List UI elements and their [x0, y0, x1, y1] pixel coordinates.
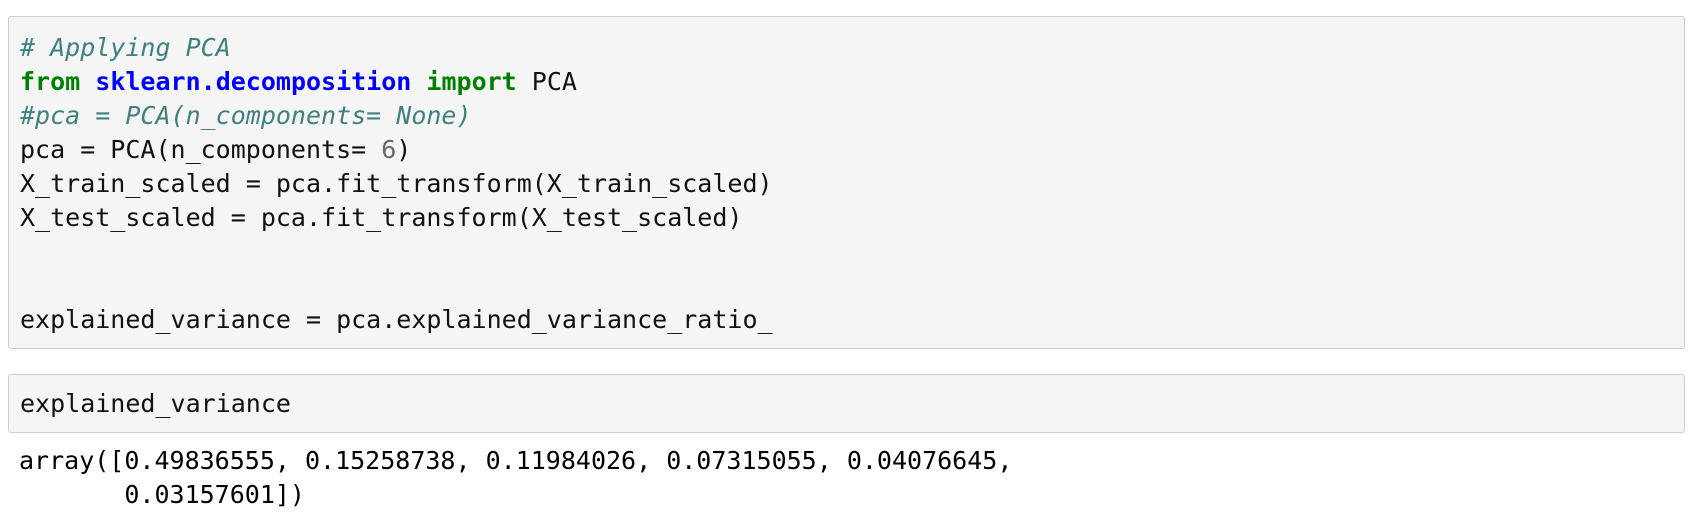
code-line-3: #pca = PCA(n_components= None): [20, 99, 1673, 133]
code-text: ): [396, 135, 412, 164]
comment: # Applying PCA: [20, 33, 231, 62]
code-line-2: from sklearn.decomposition import PCA: [20, 65, 1673, 99]
import-name: PCA: [531, 67, 577, 96]
code-line-9: explained_variance = pca.explained_varia…: [20, 305, 773, 334]
code-text: pca = PCA(n_components=: [20, 135, 382, 164]
output-line-2: 0.03157601]): [19, 480, 305, 509]
code-line-1: explained_variance: [20, 389, 291, 418]
code-cell-explained-variance[interactable]: explained_variance: [8, 374, 1685, 433]
code-editor[interactable]: explained_variance: [20, 375, 1673, 421]
code-line-4: pca = PCA(n_components= 6): [20, 133, 1673, 167]
keyword-import: import: [426, 67, 517, 96]
code-line-6: X_test_scaled = pca.fit_transform(X_test…: [20, 203, 743, 232]
output-line-1: array([0.49836555, 0.15258738, 0.1198402…: [19, 446, 1013, 475]
comment: #pca = PCA(n_components= None): [20, 101, 472, 130]
keyword-from: from: [20, 67, 81, 96]
code-editor[interactable]: # Applying PCA from sklearn.decompositio…: [20, 17, 1673, 337]
cell-output: array([0.49836555, 0.15258738, 0.1198402…: [19, 444, 1012, 512]
number-literal: 6: [381, 135, 397, 164]
code-line-5: X_train_scaled = pca.fit_transform(X_tra…: [20, 169, 773, 198]
code-line-1: # Applying PCA: [20, 31, 1673, 65]
module-name: sklearn.decomposition: [95, 67, 412, 96]
code-cell-pca[interactable]: # Applying PCA from sklearn.decompositio…: [8, 16, 1685, 349]
